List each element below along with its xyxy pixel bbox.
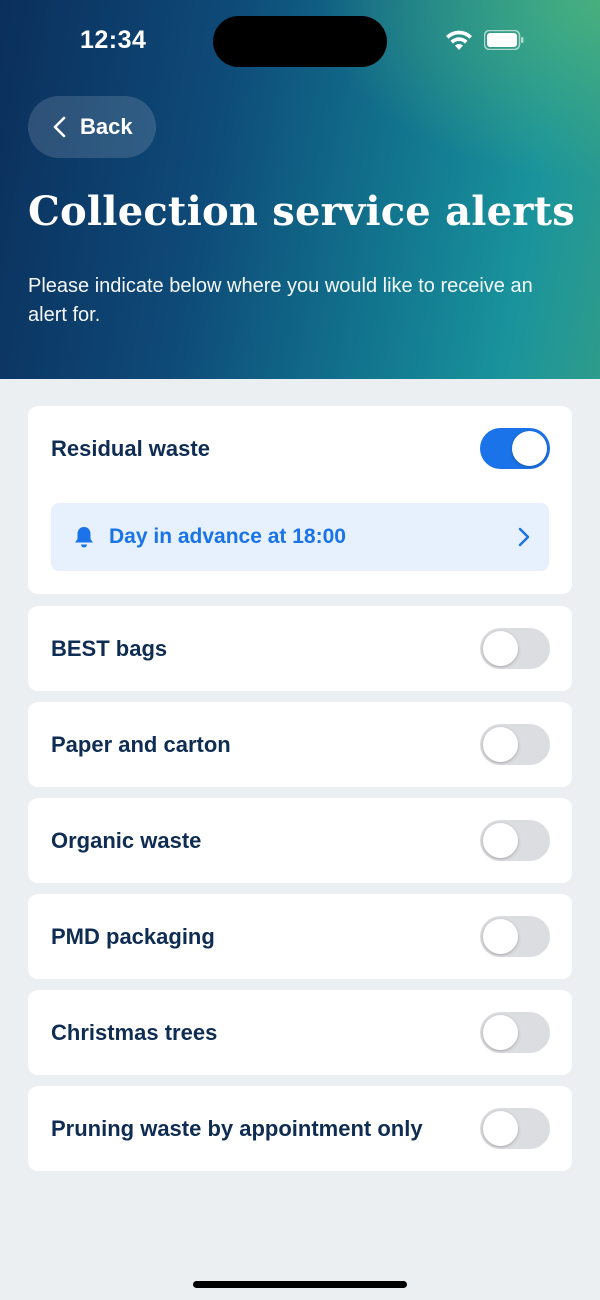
alert-card-pmd-packaging: PMD packaging	[28, 894, 572, 979]
status-time: 12:34	[80, 26, 147, 54]
reminder-time-button[interactable]: Day in advance at 18:00	[51, 503, 549, 571]
chevron-right-icon	[518, 527, 530, 547]
alert-toggle-pruning-waste[interactable]	[480, 1108, 550, 1149]
home-indicator	[193, 1281, 407, 1288]
wifi-icon	[446, 30, 472, 50]
alert-row: Pruning waste by appointment only	[28, 1086, 572, 1171]
alert-card-best-bags: BEST bags	[28, 606, 572, 691]
alert-label: PMD packaging	[51, 923, 215, 949]
page-subtitle: Please indicate below where you would li…	[28, 275, 533, 326]
alert-row: PMD packaging	[28, 894, 572, 979]
alert-card-paper-and-carton: Paper and carton	[28, 702, 572, 787]
alert-row: Organic waste	[28, 798, 572, 883]
alert-toggle-christmas-trees[interactable]	[480, 1012, 550, 1053]
back-label: Back	[80, 114, 133, 139]
alert-toggle-organic-waste[interactable]	[480, 820, 550, 861]
alert-label: Christmas trees	[51, 1019, 218, 1045]
alert-toggle-best-bags[interactable]	[480, 628, 550, 669]
alert-toggle-pmd-packaging[interactable]	[480, 916, 550, 957]
alert-label: Paper and carton	[51, 731, 231, 757]
alert-card-pruning-waste: Pruning waste by appointment only	[28, 1086, 572, 1171]
back-button[interactable]: Back	[28, 96, 156, 158]
alert-label: Pruning waste by appointment only	[51, 1115, 423, 1141]
alert-card-residual-waste: Residual waste Day in advance at 18:00	[28, 406, 572, 594]
alert-label: Residual waste	[51, 435, 210, 461]
alert-card-christmas-trees: Christmas trees	[28, 990, 572, 1075]
alert-card-organic-waste: Organic waste	[28, 798, 572, 883]
page-title: Collection service alerts	[28, 188, 575, 235]
back-chevron-icon	[53, 116, 66, 138]
battery-icon	[484, 30, 524, 50]
bell-icon	[75, 527, 93, 548]
alert-toggle-paper-and-carton[interactable]	[480, 724, 550, 765]
alert-label: BEST bags	[51, 635, 168, 661]
alert-toggle-residual-waste[interactable]	[480, 428, 550, 469]
dynamic-island	[213, 16, 387, 67]
header-banner: 12:34 Back Collection service alerts Ple…	[0, 0, 600, 379]
status-bar: 12:34	[0, 0, 600, 84]
alert-label: Organic waste	[51, 827, 202, 853]
alert-row: Residual waste	[28, 406, 572, 491]
alert-row: Paper and carton	[28, 702, 572, 787]
alert-row: Christmas trees	[28, 990, 572, 1075]
alert-row: BEST bags	[28, 606, 572, 691]
reminder-text: Day in advance at 18:00	[109, 525, 346, 548]
